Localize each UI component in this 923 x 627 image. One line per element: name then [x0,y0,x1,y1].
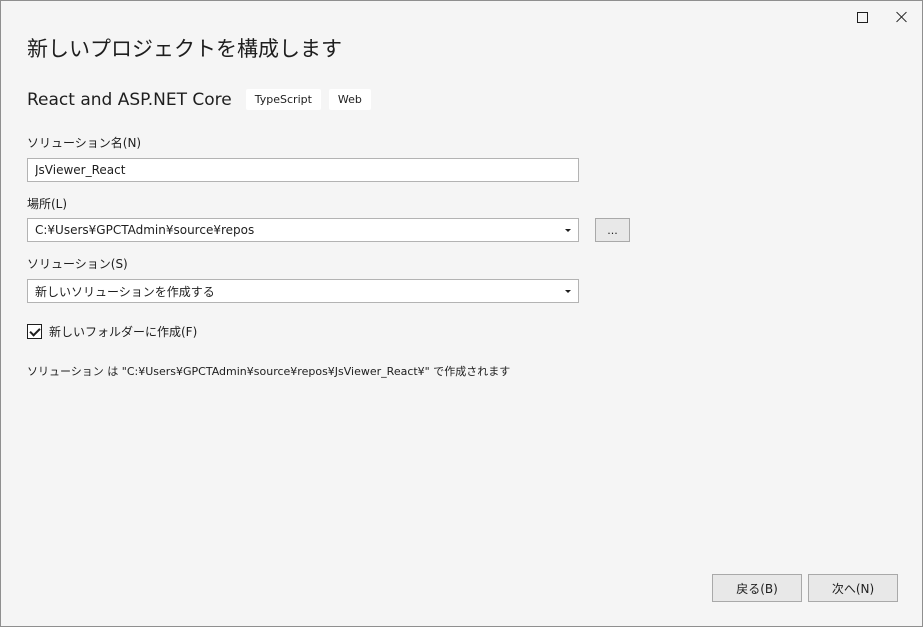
checkmark-icon [28,324,41,337]
location-value: C:¥Users¥GPCTAdmin¥source¥repos [35,223,255,237]
tag-web: Web [328,89,371,110]
tag-typescript: TypeScript [245,89,321,110]
location-label: 場所(L) [27,197,68,211]
dropdown-arrow-icon [565,289,571,293]
new-folder-label: 新しいフォルダーに作成(F) [49,325,198,339]
page-title: 新しいプロジェクトを構成します [27,37,342,61]
next-button[interactable]: 次へ(N) [808,574,898,602]
solution-path-summary: ソリューション は "C:¥Users¥GPCTAdmin¥source¥rep… [27,365,511,378]
close-icon [896,11,908,23]
browse-button[interactable]: ... [595,218,630,242]
new-folder-option[interactable]: 新しいフォルダーに作成(F) [27,323,197,340]
solution-value: 新しいソリューションを作成する [35,284,215,299]
solution-name-label: ソリューション名(N) [27,136,142,150]
solution-name-input[interactable] [27,158,579,182]
template-name: React and ASP.NET Core [27,89,232,110]
new-folder-checkbox[interactable] [27,324,42,339]
template-header: React and ASP.NET Core TypeScript Web [27,89,379,110]
maximize-button[interactable] [845,3,879,31]
solution-label: ソリューション(S) [27,257,128,271]
back-button[interactable]: 戻る(B) [712,574,802,602]
dropdown-arrow-icon [565,228,571,232]
location-combobox[interactable]: C:¥Users¥GPCTAdmin¥source¥repos [27,218,579,242]
solution-combobox[interactable]: 新しいソリューションを作成する [27,279,579,303]
dialog-window: 新しいプロジェクトを構成します React and ASP.NET Core T… [0,0,923,627]
close-button[interactable] [885,3,919,31]
maximize-icon [856,11,868,23]
